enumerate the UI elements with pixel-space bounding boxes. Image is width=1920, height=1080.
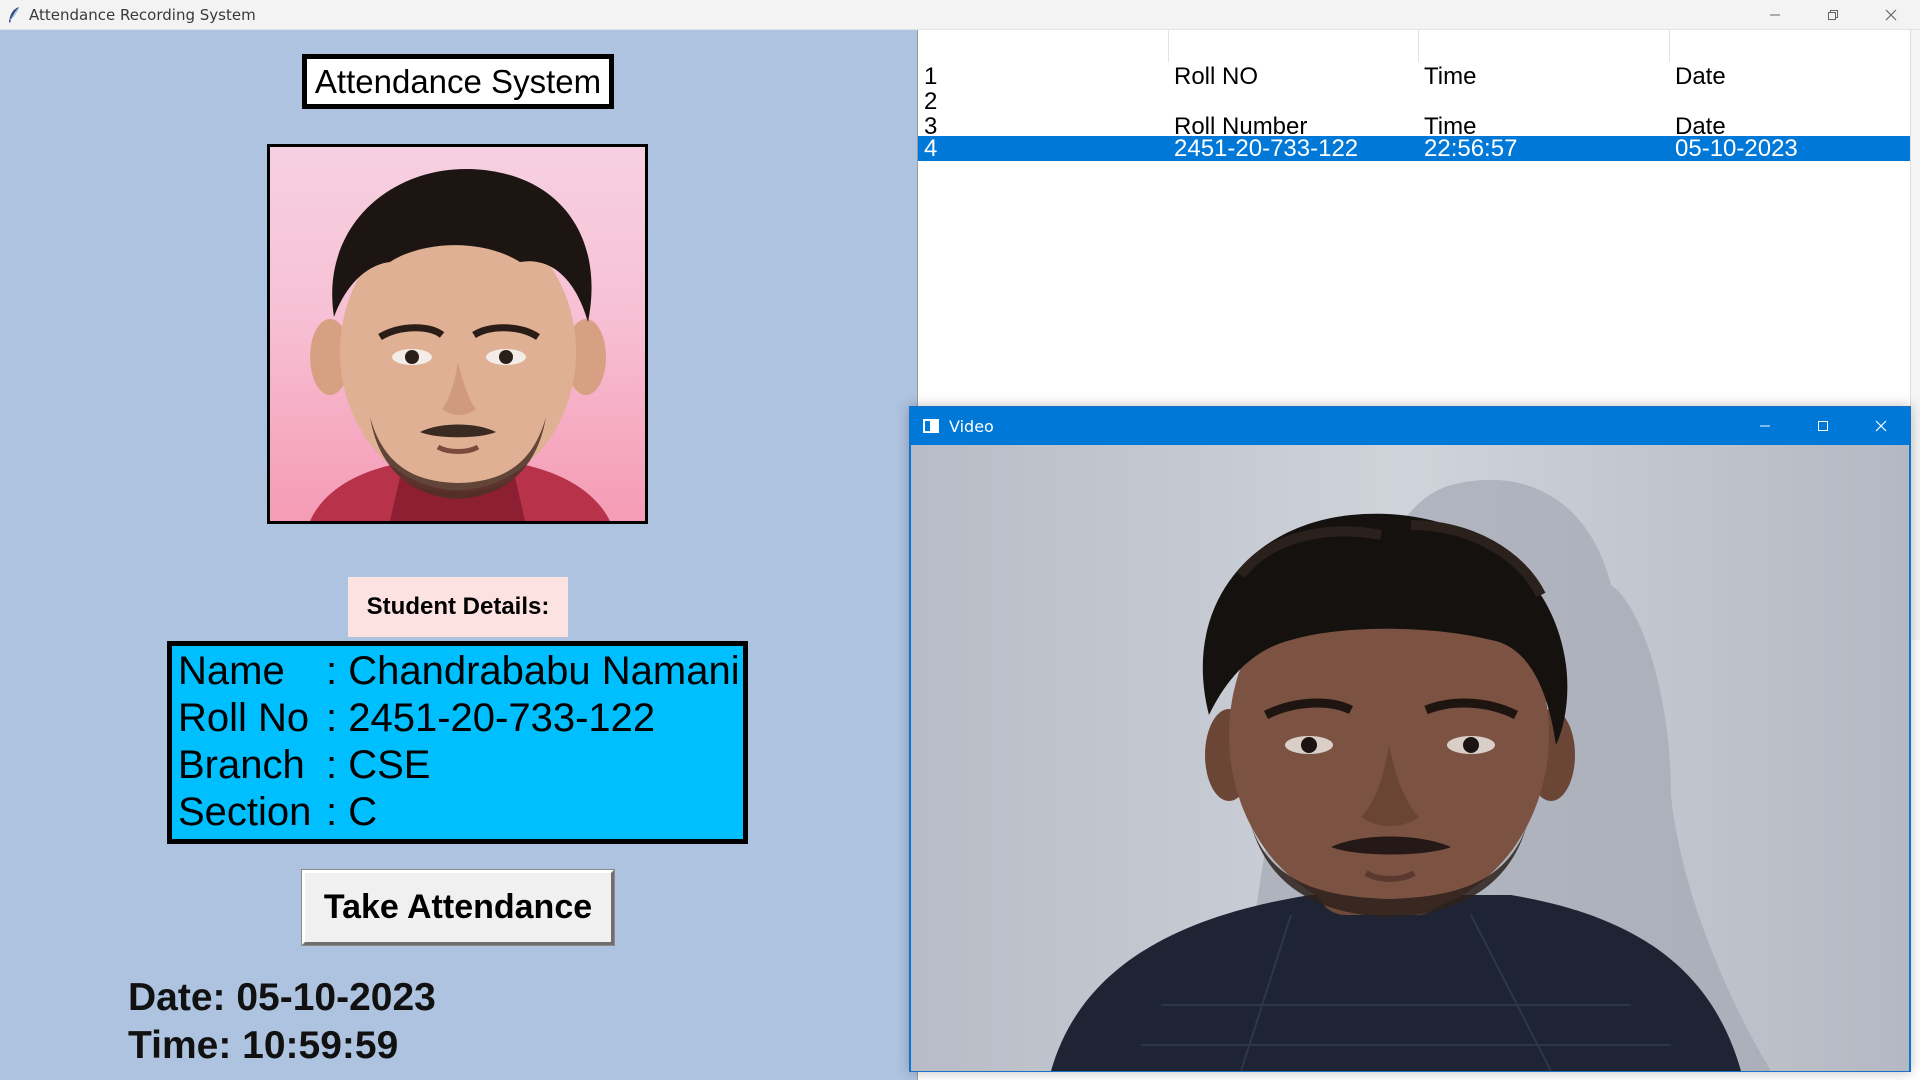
video-window[interactable]: Video	[909, 406, 1911, 1072]
close-button[interactable]	[1862, 0, 1920, 30]
column-divider	[1669, 30, 1670, 62]
column-divider	[1168, 30, 1169, 62]
restore-button[interactable]	[1804, 0, 1862, 30]
detail-row-section: Section : C	[178, 789, 743, 836]
maximize-icon	[1818, 421, 1828, 431]
detail-value: : Chandrababu Namani	[326, 649, 740, 693]
detail-key: Name	[178, 649, 285, 693]
detail-value: : 2451-20-733-122	[326, 696, 656, 740]
table-cell: 1	[924, 63, 938, 90]
table-cell: Date	[1675, 63, 1726, 90]
close-icon	[1885, 9, 1897, 21]
table-row[interactable]: 2	[924, 89, 1920, 114]
table-cell	[1174, 89, 1424, 114]
video-titlebar[interactable]: Video	[910, 407, 1910, 445]
app-heading: Attendance System	[302, 54, 614, 109]
table-cell: 05-10-2023	[1675, 135, 1798, 162]
restore-icon	[1828, 10, 1838, 20]
column-divider	[1418, 30, 1419, 62]
table-scrollbar[interactable]	[1910, 30, 1920, 640]
webcam-frame-image	[911, 445, 1909, 1071]
table-cell	[1424, 89, 1675, 114]
detail-row-roll-no: Roll No : 2451-20-733-122	[178, 695, 743, 742]
student-details-label: Student Details:	[348, 577, 568, 637]
detail-key: Section	[178, 790, 312, 834]
detail-row-branch: Branch : CSE	[178, 742, 743, 789]
main-titlebar: Attendance Recording System	[0, 0, 1920, 30]
table-cell: 2	[924, 88, 938, 115]
time-display: Time: 10:59:59	[128, 1024, 399, 1067]
table-cell: Roll NO	[1174, 63, 1259, 90]
table-row[interactable]: 1 Roll NO Time Date	[924, 64, 1920, 89]
table-row-selected[interactable]: 4 2451-20-733-122 22:56:57 05-10-2023	[918, 136, 1920, 161]
video-window-icon	[923, 419, 939, 433]
table-cell: 22:56:57	[1424, 135, 1518, 162]
table-cell: 2451-20-733-122	[1174, 135, 1359, 162]
window-title: Attendance Recording System	[29, 5, 256, 24]
student-portrait-image	[310, 168, 610, 521]
video-feed	[911, 445, 1909, 1071]
video-maximize-button[interactable]	[1794, 407, 1852, 445]
table-cell: 4	[924, 135, 938, 162]
video-close-button[interactable]	[1852, 407, 1910, 445]
take-attendance-button[interactable]: Take Attendance	[301, 869, 615, 946]
video-title: Video	[949, 416, 994, 436]
date-display: Date: 05-10-2023	[128, 976, 436, 1019]
minimize-icon	[1760, 425, 1770, 427]
video-minimize-button[interactable]	[1736, 407, 1794, 445]
detail-key: Roll No	[178, 696, 310, 740]
student-photo	[267, 144, 648, 524]
close-icon	[1875, 420, 1887, 432]
table-cell	[1675, 89, 1920, 114]
minimize-icon	[1770, 14, 1780, 16]
minimize-button[interactable]	[1746, 0, 1804, 30]
table-cell: Time	[1424, 63, 1477, 90]
student-details-box: Name : Chandrababu Namani Roll No : 2451…	[167, 641, 748, 844]
detail-value: : C	[326, 790, 378, 834]
detail-row-name: Name : Chandrababu Namani	[178, 648, 743, 695]
detail-value: : CSE	[326, 743, 431, 787]
detail-key: Branch	[178, 743, 305, 787]
feather-icon	[9, 6, 20, 23]
